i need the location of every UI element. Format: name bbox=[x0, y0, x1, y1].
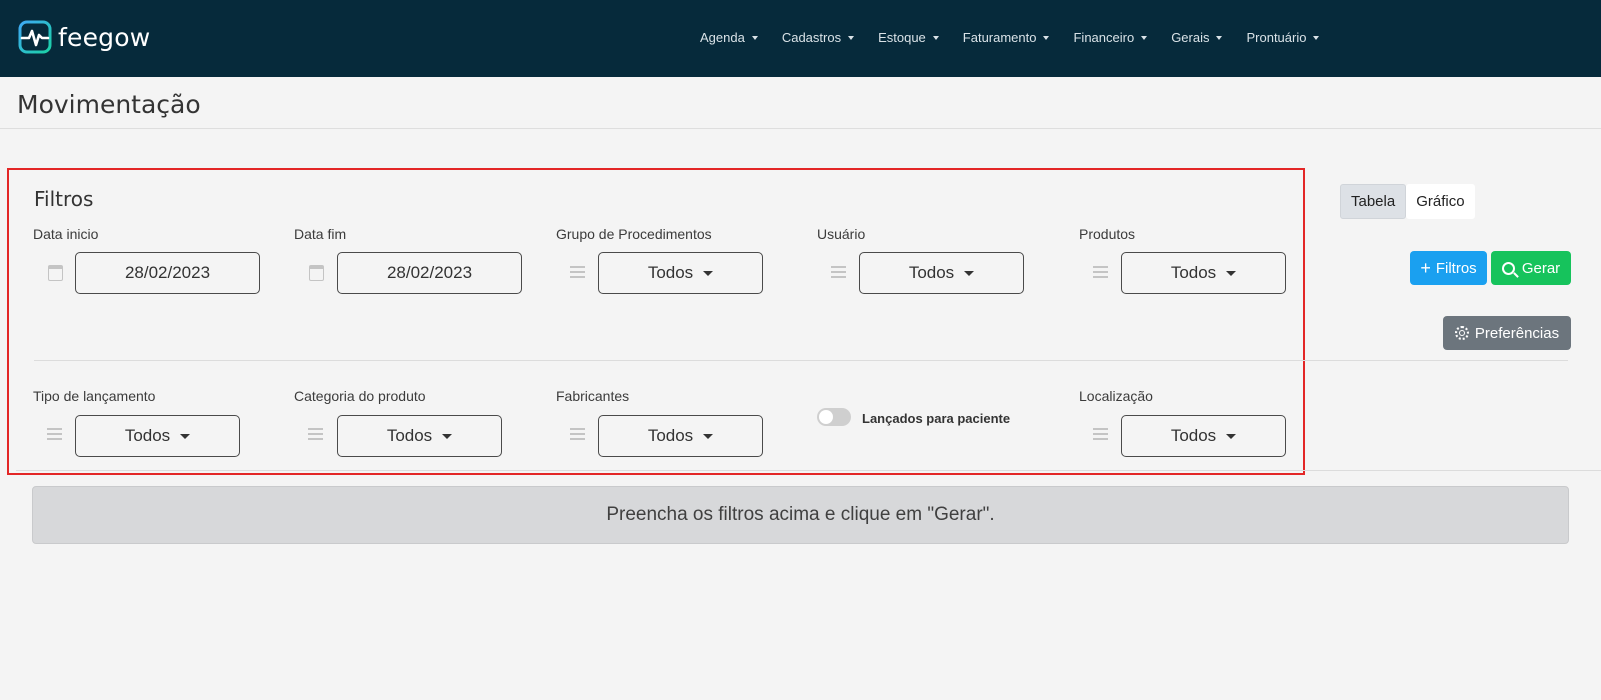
chevron-down-icon bbox=[932, 35, 939, 40]
menu-label: Agenda bbox=[700, 30, 745, 45]
caret-down-icon bbox=[964, 270, 975, 276]
menu-icon[interactable] bbox=[1093, 428, 1108, 440]
grupo-procedimentos-select[interactable]: Todos bbox=[598, 252, 763, 294]
tab-tabela[interactable]: Tabela bbox=[1340, 184, 1407, 219]
caret-down-icon bbox=[1226, 270, 1237, 276]
plus-icon: + bbox=[1420, 258, 1431, 278]
brand-name: feegow bbox=[58, 22, 151, 52]
data-inicio-label: Data inicio bbox=[33, 226, 99, 242]
preferences-button[interactable]: Preferências bbox=[1443, 316, 1571, 350]
data-inicio-input[interactable]: 28/02/2023 bbox=[75, 252, 260, 294]
menu-icon[interactable] bbox=[47, 428, 62, 440]
caret-down-icon bbox=[703, 270, 714, 276]
menu-label: Estoque bbox=[878, 30, 926, 45]
chevron-down-icon bbox=[1216, 35, 1223, 40]
chevron-down-icon bbox=[1141, 35, 1148, 40]
top-navbar: feegow Agenda Cadastros Estoque Faturame… bbox=[0, 0, 1601, 77]
usuario-select[interactable]: Todos bbox=[859, 252, 1024, 294]
preferences-label: Preferências bbox=[1474, 324, 1560, 342]
menu-cadastros[interactable]: Cadastros bbox=[781, 30, 855, 45]
lancados-paciente-toggle[interactable] bbox=[817, 408, 851, 426]
view-toggle: Tabela Gráfico bbox=[1340, 184, 1475, 219]
menu-label: Prontuário bbox=[1246, 30, 1307, 45]
generate-label: Gerar bbox=[1521, 259, 1561, 277]
menu-label: Financeiro bbox=[1073, 30, 1135, 45]
feegow-logo[interactable]: feegow bbox=[18, 20, 150, 54]
tipo-lancamento-select[interactable]: Todos bbox=[75, 415, 240, 457]
select-value: Todos bbox=[386, 426, 433, 445]
empty-state-notice: Preencha os filtros acima e clique em "G… bbox=[32, 486, 1569, 544]
menu-agenda[interactable]: Agenda bbox=[700, 30, 758, 45]
select-value: Todos bbox=[1170, 426, 1217, 445]
calendar-icon[interactable] bbox=[48, 265, 63, 281]
title-divider bbox=[0, 128, 1601, 129]
select-value: Todos bbox=[908, 263, 955, 282]
search-icon bbox=[1501, 261, 1515, 275]
select-value: Todos bbox=[647, 263, 694, 282]
menu-faturamento[interactable]: Faturamento bbox=[963, 30, 1050, 45]
main-menu: Agenda Cadastros Estoque Faturamento Fin… bbox=[700, 30, 1343, 45]
calendar-icon[interactable] bbox=[309, 265, 324, 281]
filters-title: Filtros bbox=[34, 187, 94, 211]
chevron-down-icon bbox=[1313, 35, 1320, 40]
fabricantes-select[interactable]: Todos bbox=[598, 415, 763, 457]
generate-button[interactable]: Gerar bbox=[1491, 251, 1571, 285]
data-fim-input[interactable]: 28/02/2023 bbox=[337, 252, 522, 294]
localizacao-select[interactable]: Todos bbox=[1121, 415, 1286, 457]
menu-gerais[interactable]: Gerais bbox=[1171, 30, 1223, 45]
chevron-down-icon bbox=[848, 35, 855, 40]
fabricantes-label: Fabricantes bbox=[556, 388, 630, 404]
localizacao-label: Localização bbox=[1079, 388, 1153, 404]
caret-down-icon bbox=[442, 433, 453, 439]
filters-bottom-divider bbox=[16, 470, 1601, 471]
menu-prontuario[interactable]: Prontuário bbox=[1246, 30, 1320, 45]
menu-financeiro[interactable]: Financeiro bbox=[1073, 30, 1148, 45]
add-filters-button[interactable]: + Filtros bbox=[1410, 251, 1487, 285]
caret-down-icon bbox=[1226, 433, 1237, 439]
chevron-down-icon bbox=[751, 35, 758, 40]
caret-down-icon bbox=[180, 433, 191, 439]
categoria-produto-label: Categoria do produto bbox=[294, 388, 426, 404]
tipo-lancamento-label: Tipo de lançamento bbox=[33, 388, 156, 404]
menu-label: Cadastros bbox=[781, 30, 842, 45]
menu-label: Gerais bbox=[1171, 30, 1210, 45]
select-value: Todos bbox=[124, 426, 171, 445]
add-filters-label: Filtros bbox=[1435, 259, 1477, 277]
select-value: Todos bbox=[1170, 263, 1217, 282]
produtos-label: Produtos bbox=[1079, 226, 1136, 242]
categoria-produto-select[interactable]: Todos bbox=[337, 415, 502, 457]
select-value: Todos bbox=[647, 426, 694, 445]
menu-icon[interactable] bbox=[570, 266, 585, 278]
menu-icon[interactable] bbox=[570, 428, 585, 440]
chevron-down-icon bbox=[1043, 35, 1050, 40]
toggle-knob bbox=[819, 410, 833, 424]
caret-down-icon bbox=[703, 433, 714, 439]
page-title: Movimentação bbox=[17, 90, 201, 119]
data-fim-label: Data fim bbox=[294, 226, 347, 242]
grupo-procedimentos-label: Grupo de Procedimentos bbox=[556, 226, 712, 242]
menu-label: Faturamento bbox=[962, 30, 1037, 45]
menu-estoque[interactable]: Estoque bbox=[878, 30, 939, 45]
heartbeat-logo-icon bbox=[18, 20, 52, 54]
menu-icon[interactable] bbox=[1093, 266, 1108, 278]
usuario-label: Usuário bbox=[817, 226, 866, 242]
tab-grafico[interactable]: Gráfico bbox=[1406, 184, 1475, 219]
gear-icon bbox=[1454, 326, 1469, 340]
lancados-paciente-label: Lançados para paciente bbox=[862, 411, 1011, 426]
menu-icon[interactable] bbox=[308, 428, 323, 440]
menu-icon[interactable] bbox=[831, 266, 846, 278]
filters-row-divider bbox=[34, 360, 1568, 361]
produtos-select[interactable]: Todos bbox=[1121, 252, 1286, 294]
